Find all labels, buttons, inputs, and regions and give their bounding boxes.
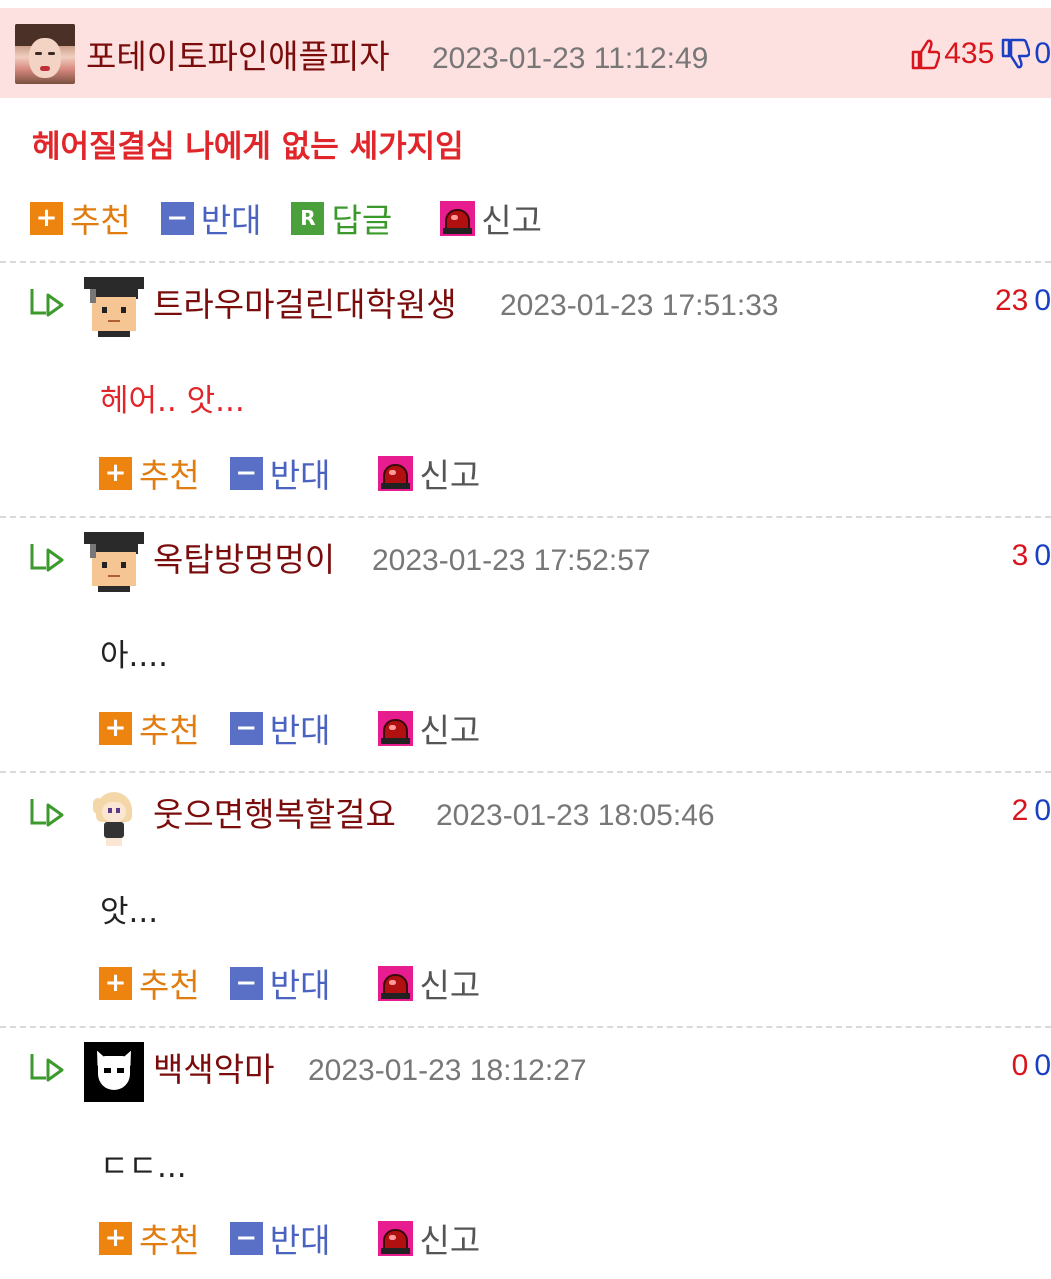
divider — [0, 261, 1051, 263]
downvote-count: 0 — [1034, 539, 1051, 572]
timestamp: 2023-01-23 18:05:46 — [436, 799, 715, 832]
nickname[interactable]: 옥탑방멍멍이 — [153, 543, 335, 576]
timestamp: 2023-01-23 17:51:33 — [500, 289, 779, 322]
downvote-count: 0 — [1034, 284, 1051, 317]
oppose-button[interactable]: − 반대 — [229, 1214, 330, 1262]
reply-action-bar: + 추천 − 반대 신고 — [99, 963, 510, 1005]
minus-icon: − — [229, 1221, 263, 1255]
reply-arrow-icon — [30, 544, 64, 572]
recommend-button[interactable]: + 추천 — [99, 959, 200, 1007]
reply-arrow-icon — [30, 289, 64, 317]
avatar[interactable] — [15, 24, 75, 84]
oppose-button[interactable]: − 반대 — [229, 704, 330, 752]
reply-arrow-icon — [30, 1054, 64, 1082]
siren-icon — [378, 455, 414, 491]
minus-icon: − — [229, 711, 263, 745]
vote-counter: 23 0 — [995, 284, 1051, 318]
timestamp: 2023-01-23 17:52:57 — [372, 544, 651, 577]
downvote-count: 0 — [1034, 1049, 1051, 1082]
timestamp: 2023-01-23 11:12:49 — [432, 42, 709, 75]
reply-icon: R — [291, 201, 325, 235]
minus-icon: − — [229, 456, 263, 490]
nickname[interactable]: 포테이토파인애플피자 — [86, 40, 390, 73]
downvote-count: 0 — [1034, 794, 1051, 827]
plus-icon: + — [99, 966, 132, 1000]
divider — [0, 1026, 1051, 1028]
report-button[interactable]: 신고 — [378, 1214, 480, 1262]
recommend-button[interactable]: + 추천 — [30, 194, 131, 242]
oppose-button[interactable]: − 반대 — [160, 194, 261, 242]
upvote-count: 435 — [944, 37, 995, 70]
upvote-count: 23 — [994, 284, 1029, 317]
nickname[interactable]: 트라우마걸린대학원생 — [153, 288, 457, 321]
plus-icon: + — [99, 711, 132, 745]
report-button[interactable]: 신고 — [440, 194, 542, 242]
upvote-count: 2 — [1011, 794, 1029, 827]
plus-icon: + — [30, 201, 63, 235]
vote-counter: 00 — [1012, 1049, 1051, 1083]
avatar[interactable] — [84, 532, 144, 592]
thumbs-up-icon — [912, 39, 941, 70]
recommend-button[interactable]: + 추천 — [99, 1214, 200, 1262]
main-action-bar: + 추천 − 반대 R 답글 신고 — [30, 198, 572, 240]
nickname[interactable]: 백색악마 — [153, 1053, 274, 1086]
reply-button[interactable]: R 답글 — [291, 194, 392, 242]
minus-icon: − — [229, 966, 263, 1000]
timestamp: 2023-01-23 18:12:27 — [308, 1054, 587, 1087]
minus-icon: − — [160, 201, 194, 235]
avatar[interactable] — [84, 1042, 144, 1102]
comment-body: 헤어.. 앗... — [100, 383, 245, 419]
vote-counter: 30 — [1012, 539, 1051, 573]
comment-body: 헤어질결심 나에게 없는 세가지임 — [32, 129, 464, 165]
reply-arrow-icon — [30, 799, 64, 827]
downvote-count: 0 — [1034, 37, 1051, 70]
comment-body: 앗... — [100, 894, 159, 930]
thumbs-down-icon — [1002, 38, 1031, 69]
recommend-button[interactable]: + 추천 — [99, 449, 200, 497]
nickname[interactable]: 웃으면행복할걸요 — [153, 798, 396, 831]
main-comment-header: 포테이토파인애플피자 2023-01-23 11:12:49 435 0 — [0, 8, 1051, 98]
reply-action-bar: + 추천 − 반대 신고 — [99, 708, 510, 750]
avatar[interactable] — [84, 277, 144, 337]
vote-counter: 20 — [1012, 794, 1051, 828]
reply-action-bar: + 추천 − 반대 신고 — [99, 453, 510, 495]
siren-icon — [378, 965, 414, 1001]
report-button[interactable]: 신고 — [378, 704, 480, 752]
report-button[interactable]: 신고 — [378, 449, 480, 497]
plus-icon: + — [99, 1221, 132, 1255]
siren-icon — [378, 1220, 414, 1256]
divider — [0, 771, 1051, 773]
upvote-count: 0 — [1011, 1049, 1029, 1082]
oppose-button[interactable]: − 반대 — [229, 959, 330, 1007]
avatar[interactable] — [84, 788, 144, 848]
siren-icon — [440, 200, 476, 236]
comment-body: ㄷㄷ... — [100, 1149, 187, 1185]
divider — [0, 516, 1051, 518]
comment-body: 아.... — [100, 638, 168, 674]
report-button[interactable]: 신고 — [378, 959, 480, 1007]
oppose-button[interactable]: − 반대 — [229, 449, 330, 497]
recommend-button[interactable]: + 추천 — [99, 704, 200, 752]
siren-icon — [378, 710, 414, 746]
reply-action-bar: + 추천 − 반대 신고 — [99, 1218, 510, 1260]
plus-icon: + — [99, 456, 132, 490]
upvote-count: 3 — [1011, 539, 1029, 572]
vote-counter: 435 0 — [910, 36, 1051, 72]
